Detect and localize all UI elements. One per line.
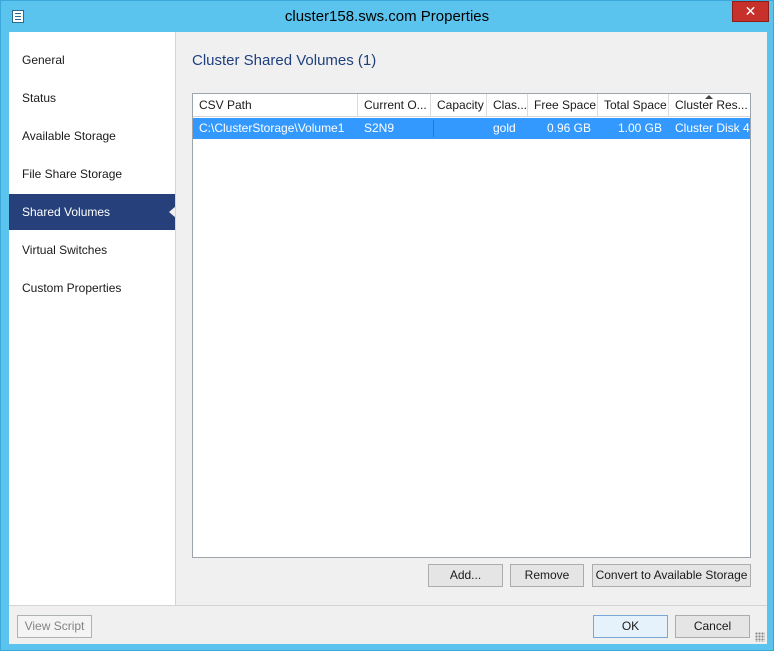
column-header-current-owner[interactable]: Current O... [358,94,431,117]
cell-capacity [431,118,487,139]
main-panel: Cluster Shared Volumes (1) CSV Path Curr… [175,32,767,605]
column-header-capacity[interactable]: Capacity [431,94,487,117]
dialog-footer: View Script OK Cancel [9,605,767,644]
sidebar-item-general[interactable]: General [9,42,175,78]
sidebar-item-status[interactable]: Status [9,80,175,116]
sidebar-item-virtual-switches[interactable]: Virtual Switches [9,232,175,268]
add-button[interactable]: Add... [428,564,503,587]
grid-header: CSV Path Current O... Capacity Clas... F… [193,94,750,117]
column-header-total-space[interactable]: Total Space [598,94,669,117]
properties-window: cluster158.sws.com Properties ✕ General … [0,0,774,651]
cancel-button[interactable]: Cancel [675,615,750,638]
convert-to-available-storage-button[interactable]: Convert to Available Storage [592,564,751,587]
cell-csv-path: C:\ClusterStorage\Volume1 [199,121,345,135]
sidebar: General Status Available Storage File Sh… [9,32,176,605]
ok-button[interactable]: OK [593,615,668,638]
dialog-client: General Status Available Storage File Sh… [9,32,767,644]
view-script-button[interactable]: View Script [17,615,92,638]
section-title: Cluster Shared Volumes (1) [192,52,377,69]
sidebar-item-available-storage[interactable]: Available Storage [9,118,175,154]
remove-button[interactable]: Remove [510,564,584,587]
resize-grip-icon[interactable] [755,632,765,642]
title-bar[interactable]: cluster158.sws.com Properties ✕ [1,1,773,32]
cell-free-space: 0.96 GB [546,121,591,135]
column-header-classification[interactable]: Clas... [487,94,528,117]
column-header-csv-path[interactable]: CSV Path [193,94,358,117]
cell-current-owner: S2N9 [364,121,395,135]
cell-classification: gold [493,121,516,135]
sidebar-item-file-share-storage[interactable]: File Share Storage [9,156,175,192]
cell-cluster-resource: Cluster Disk 4 [675,121,750,135]
column-header-free-space[interactable]: Free Space [528,94,598,117]
window-title: cluster158.sws.com Properties [284,8,490,25]
close-button[interactable]: ✕ [732,1,769,22]
sidebar-item-custom-properties[interactable]: Custom Properties [9,270,175,306]
sidebar-item-shared-volumes[interactable]: Shared Volumes [9,194,176,230]
sort-ascending-icon [705,95,713,99]
csv-grid: CSV Path Current O... Capacity Clas... F… [192,93,751,558]
cell-total-space: 1.00 GB [617,121,662,135]
table-row[interactable]: C:\ClusterStorage\Volume1 S2N9 gold 0.96… [193,118,750,139]
